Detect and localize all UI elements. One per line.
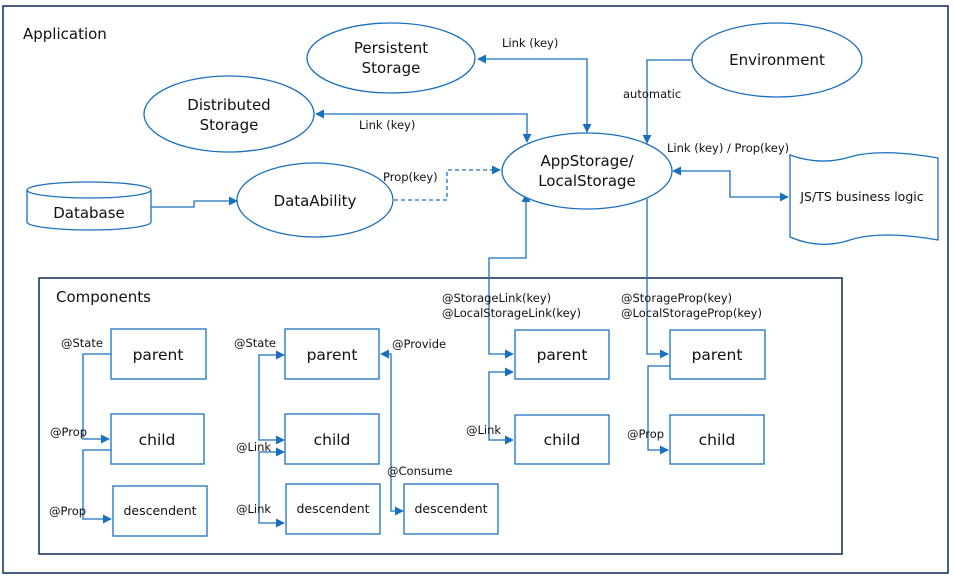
app-storage-line2: LocalStorage — [538, 172, 636, 190]
edge-environment — [642, 59, 692, 144]
edge-business-logic — [672, 166, 789, 202]
components-label: Components — [56, 288, 151, 306]
node-data-ability: DataAbility — [236, 162, 394, 238]
g5-label-prop: @Prop — [627, 427, 664, 441]
edge-label-storage-link-2: @LocalStorageLink(key) — [442, 306, 581, 320]
edge-label-data-ability-prop: Prop(key) — [383, 170, 438, 184]
g1-parent-label: parent — [133, 346, 184, 364]
edge-label-business-logic: Link (key) / Prop(key) — [667, 141, 789, 155]
g3-descendent-label: descendent — [414, 501, 487, 516]
g2-descendent-label: descendent — [296, 501, 369, 516]
edge-label-storage-prop-2: @LocalStorageProp(key) — [621, 306, 762, 320]
edge-label-storage-prop-1: @StorageProp(key) — [621, 291, 732, 305]
g5-parent-label: parent — [692, 346, 743, 364]
g1-label-prop-desc: @Prop — [49, 504, 86, 518]
edge-database — [151, 196, 238, 208]
g1-label-prop-child: @Prop — [50, 425, 87, 439]
edge-distributed-storage — [315, 109, 532, 143]
node-app-storage: AppStorage/ LocalStorage — [501, 132, 673, 210]
g5-child-label: child — [699, 431, 736, 449]
distributed-storage-line1: Distributed — [187, 96, 270, 114]
g4-label-link: @Link — [466, 423, 501, 437]
g2-child-label: child — [314, 431, 351, 449]
data-ability-label: DataAbility — [274, 192, 357, 210]
state-management-diagram: Application Components Link (key) Link (… — [2, 5, 949, 574]
persistent-storage-line1: Persistent — [354, 39, 428, 57]
edge-label-persistent-link: Link (key) — [502, 36, 558, 50]
g4-parent-label: parent — [537, 346, 588, 364]
distributed-storage-line2: Storage — [200, 116, 259, 134]
database-label: Database — [53, 204, 125, 222]
edge-g1-child-desc — [82, 449, 112, 524]
edge-g1-parent-child — [82, 353, 111, 444]
app-storage-line1: AppStorage/ — [540, 152, 634, 170]
component-group-storage-prop: parent child @Prop — [627, 329, 766, 465]
business-logic-label: JS/TS business logic — [799, 189, 923, 204]
application-label: Application — [23, 25, 107, 43]
g1-descendent-label: descendent — [123, 503, 196, 518]
edge-storage-prop — [646, 199, 669, 359]
component-group-state-link: parent child descendent @State @Link @Li… — [234, 328, 381, 535]
node-persistent-storage: Persistent Storage — [306, 22, 476, 94]
node-distributed-storage: Distributed Storage — [143, 75, 315, 153]
g1-child-label: child — [139, 431, 176, 449]
g2-label-state: @State — [234, 336, 276, 350]
g4-child-label: child — [544, 431, 581, 449]
component-group-state-prop: parent child descendent @State @Prop @Pr… — [49, 328, 208, 537]
g2-label-link-desc: @Link — [236, 502, 271, 516]
g3-label-consume: @Consume — [387, 464, 452, 478]
g2-parent-label: parent — [307, 346, 358, 364]
edge-label-storage-link-1: @StorageLink(key) — [442, 291, 551, 305]
g3-label-provide: @Provide — [392, 337, 446, 351]
node-business-logic: JS/TS business logic — [789, 152, 939, 245]
edge-label-automatic: automatic — [623, 87, 681, 101]
node-database: Database — [26, 181, 152, 231]
component-group-storage-link: parent child @Link — [466, 329, 610, 465]
persistent-storage-line2: Storage — [362, 59, 421, 77]
g1-label-state: @State — [61, 336, 103, 350]
edge-g3-provide-consume — [380, 349, 404, 516]
node-environment: Environment — [691, 22, 863, 98]
edge-persistent-storage — [477, 54, 592, 133]
edge-label-distributed-link: Link (key) — [359, 118, 415, 132]
g2-label-link-child: @Link — [236, 440, 271, 454]
environment-label: Environment — [729, 51, 825, 69]
edge-g2-parent-child — [258, 350, 285, 445]
